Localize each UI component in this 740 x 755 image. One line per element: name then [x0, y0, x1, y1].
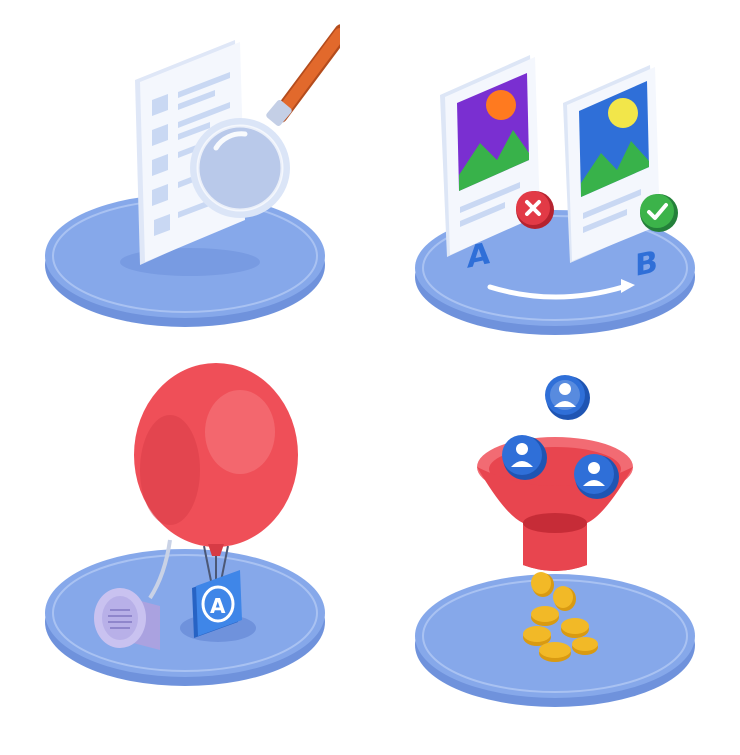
ab-test-scene: A B	[415, 55, 695, 335]
funnel-icon	[477, 437, 633, 571]
variant-b-label: B	[635, 245, 658, 284]
coin-icon	[531, 606, 559, 626]
conversion-funnel-scene	[415, 375, 695, 707]
variant-a-label: A	[467, 236, 491, 276]
coin-icon	[572, 637, 598, 655]
reject-badge	[516, 191, 554, 229]
platform	[45, 549, 325, 686]
app-launch-scene: A	[45, 363, 325, 686]
coin-icon	[561, 618, 589, 638]
user-avatar-icon	[545, 375, 590, 420]
coin-icon	[539, 642, 571, 662]
app-badge-letter: A	[210, 594, 226, 618]
document-search-scene	[45, 24, 340, 327]
accept-badge	[640, 194, 678, 232]
coin-icon	[523, 626, 551, 646]
